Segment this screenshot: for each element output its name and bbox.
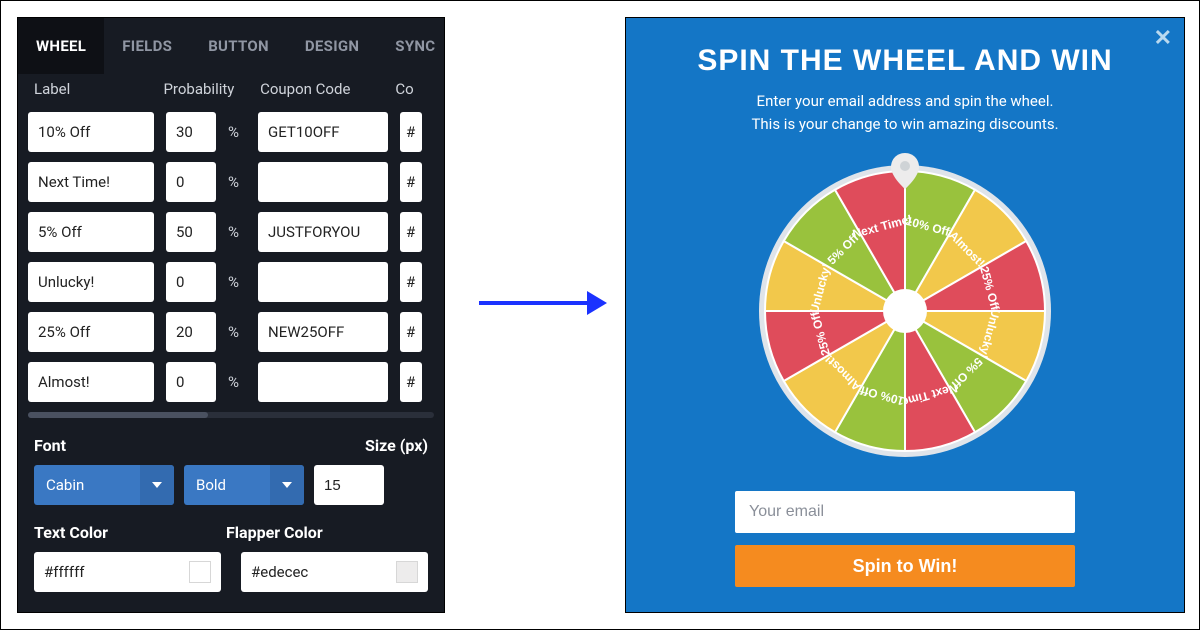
label-input[interactable] [28, 362, 154, 402]
label-input[interactable] [28, 262, 154, 302]
color-input[interactable] [400, 162, 422, 202]
flapper-label: Flapper Color [226, 523, 323, 542]
probability-input[interactable] [166, 112, 216, 152]
font-select[interactable]: Cabin [34, 465, 174, 505]
percent-sign: % [228, 323, 246, 341]
percent-sign: % [228, 123, 246, 141]
probability-input[interactable] [166, 162, 216, 202]
color-input[interactable] [400, 112, 422, 152]
tab-button[interactable]: BUTTON [190, 18, 287, 74]
coupon-input[interactable] [258, 112, 388, 152]
label-input[interactable] [28, 312, 154, 352]
textcolor-label: Text Color [34, 523, 108, 542]
color-input[interactable] [400, 262, 422, 302]
email-input[interactable] [735, 491, 1075, 533]
color-swatch[interactable] [396, 561, 418, 583]
tabs: WHEEL FIELDS BUTTON DESIGN SYNC [18, 18, 444, 74]
close-icon[interactable]: ✕ [1154, 26, 1172, 51]
table-row: % [28, 112, 434, 152]
label-input[interactable] [28, 112, 154, 152]
probability-input[interactable] [166, 312, 216, 352]
percent-sign: % [228, 173, 246, 191]
table-row: % [28, 212, 434, 252]
tab-fields[interactable]: FIELDS [104, 18, 190, 74]
column-headers: Label Probability Coupon Code Co [18, 74, 444, 102]
prize-wheel: 10% OffAlmost!25% OffUnlucky!5% OffNext … [755, 161, 1055, 461]
header-coupon: Coupon Code [260, 80, 395, 98]
weight-select[interactable]: Bold [184, 465, 304, 505]
label-input[interactable] [28, 162, 154, 202]
preview-popup: ✕ SPIN THE WHEEL AND WIN Enter your emai… [625, 17, 1185, 613]
header-label: Label [28, 80, 163, 98]
tab-sync[interactable]: SYNC [377, 18, 445, 74]
coupon-input[interactable] [258, 212, 388, 252]
horizontal-scrollbar[interactable] [28, 412, 434, 418]
spin-button[interactable]: Spin to Win! [735, 545, 1075, 587]
percent-sign: % [228, 273, 246, 291]
color-swatch[interactable] [189, 561, 211, 583]
weight-select-value: Bold [196, 476, 226, 494]
config-panel: WHEEL FIELDS BUTTON DESIGN SYNC Label Pr… [17, 17, 445, 613]
text-color-input[interactable] [34, 552, 174, 592]
rows: % % % % [18, 112, 444, 402]
font-label: Font [34, 436, 66, 455]
table-row: % [28, 262, 434, 302]
probability-input[interactable] [166, 362, 216, 402]
color-input[interactable] [400, 362, 422, 402]
tab-wheel[interactable]: WHEEL [18, 18, 104, 74]
tab-design[interactable]: DESIGN [287, 18, 377, 74]
wheel-svg: 10% OffAlmost!25% OffUnlucky!5% OffNext … [755, 161, 1055, 461]
probability-input[interactable] [166, 262, 216, 302]
chevron-down-icon [270, 465, 304, 505]
size-label: Size (px) [365, 436, 428, 455]
header-color: Co [395, 80, 434, 98]
popup-subtitle: Enter your email address and spin the wh… [626, 90, 1184, 135]
coupon-input[interactable] [258, 162, 388, 202]
text-color-field[interactable] [34, 552, 221, 592]
table-row: % [28, 162, 434, 202]
flapper-color-field[interactable] [241, 552, 428, 592]
header-prob: Probability [163, 80, 260, 98]
probability-input[interactable] [166, 212, 216, 252]
coupon-input[interactable] [258, 262, 388, 302]
popup-title: SPIN THE WHEEL AND WIN [626, 44, 1184, 78]
size-input[interactable] [314, 465, 384, 505]
label-input[interactable] [28, 212, 154, 252]
color-input[interactable] [400, 312, 422, 352]
table-row: % [28, 312, 434, 352]
chevron-down-icon [140, 465, 174, 505]
percent-sign: % [228, 223, 246, 241]
coupon-input[interactable] [258, 362, 388, 402]
color-input[interactable] [400, 212, 422, 252]
flapper-color-input[interactable] [241, 552, 381, 592]
percent-sign: % [228, 373, 246, 391]
font-select-value: Cabin [46, 476, 84, 494]
arrow-icon [479, 301, 593, 305]
coupon-input[interactable] [258, 312, 388, 352]
wheel-pointer-icon [891, 153, 919, 193]
table-row: % [28, 362, 434, 402]
